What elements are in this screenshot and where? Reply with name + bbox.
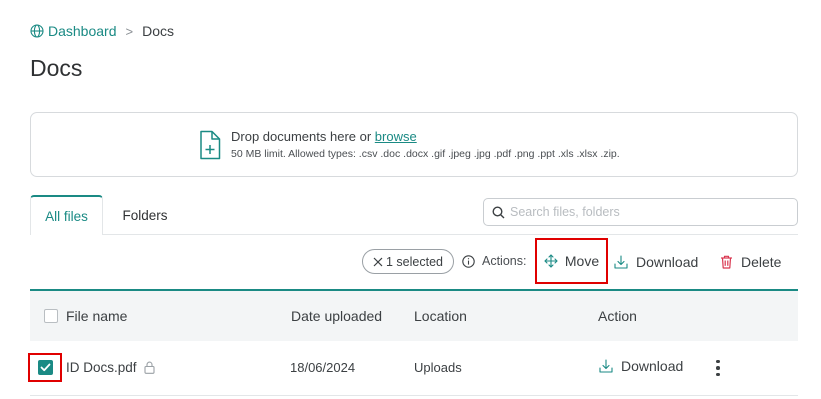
lock-icon — [143, 361, 155, 374]
close-icon — [373, 257, 383, 266]
tab-all-files[interactable]: All files — [30, 195, 103, 235]
download-icon — [599, 359, 613, 373]
row-checkbox-highlight — [28, 353, 62, 382]
check-icon — [40, 363, 50, 372]
trash-icon — [721, 255, 732, 269]
dropzone-instructions: Drop documents here or browse — [231, 129, 417, 144]
download-icon — [614, 255, 628, 269]
more-options-icon[interactable] — [712, 355, 724, 381]
row-download-button[interactable]: Download — [599, 358, 683, 374]
bulk-download-button[interactable]: Download — [614, 254, 698, 270]
globe-icon — [30, 24, 44, 38]
delete-button[interactable]: Delete — [720, 254, 781, 270]
row-checkbox[interactable] — [37, 360, 53, 375]
file-name[interactable]: ID Docs.pdf — [66, 360, 137, 375]
clear-selection-button[interactable]: 1 selected — [362, 249, 454, 274]
delete-label: Delete — [741, 254, 782, 270]
file-name-cell: ID Docs.pdf — [66, 360, 155, 375]
actions-label-text: Actions: — [482, 254, 527, 268]
table-row: ID Docs.pdf 18/06/2024 Uploads Download — [28, 341, 798, 396]
move-icon — [544, 254, 558, 268]
column-header-location[interactable]: Location — [414, 308, 467, 324]
selected-count: 1 selected — [386, 254, 443, 269]
upload-dropzone[interactable]: Drop documents here or browse 50 MB limi… — [30, 112, 798, 177]
breadcrumb-dashboard-link[interactable]: Dashboard — [30, 23, 117, 39]
search-box[interactable] — [483, 198, 798, 226]
page-title: Docs — [30, 55, 83, 81]
upload-limits: 50 MB limit. Allowed types: .csv .doc .d… — [231, 148, 620, 160]
select-all-checkbox[interactable] — [44, 309, 58, 323]
move-button[interactable]: Move — [535, 238, 608, 284]
date-uploaded: 18/06/2024 — [290, 360, 356, 375]
search-icon — [492, 205, 505, 218]
info-icon — [462, 254, 475, 268]
breadcrumb: Dashboard > Docs — [30, 22, 174, 40]
column-header-action: Action — [598, 308, 637, 324]
move-label: Move — [564, 253, 600, 269]
tab-folders[interactable]: Folders — [108, 195, 182, 235]
browse-link[interactable]: browse — [375, 129, 417, 144]
bulk-download-label: Download — [636, 254, 699, 270]
file-location: Uploads — [414, 360, 462, 375]
breadcrumb-separator: > — [125, 23, 134, 39]
file-add-icon — [200, 130, 221, 160]
column-header-date-uploaded[interactable]: Date uploaded — [291, 308, 382, 324]
actions-label: Actions: — [462, 254, 526, 268]
column-header-file-name[interactable]: File name — [66, 308, 127, 324]
row-download-label: Download — [621, 358, 684, 374]
breadcrumb-current: Docs — [142, 23, 174, 39]
search-input[interactable] — [510, 205, 790, 219]
table-header: File name Date uploaded Location Action — [30, 289, 798, 341]
dropzone-text: Drop documents here or — [231, 129, 375, 144]
breadcrumb-dashboard-label: Dashboard — [48, 23, 117, 39]
